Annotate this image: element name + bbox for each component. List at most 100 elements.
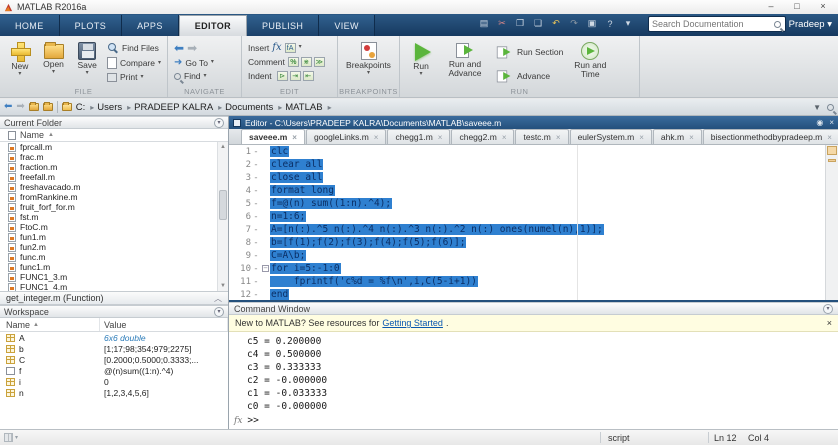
insert-fa-icon[interactable]: fA — [285, 43, 296, 53]
ribbon-tab[interactable]: HOME — [0, 15, 60, 36]
uncomment-icon[interactable]: ⋇ — [301, 57, 312, 67]
code-editor[interactable]: 1 - − clc 2 - − clear all — [229, 145, 838, 302]
file-list-item[interactable]: FUNC1_3.m — [0, 272, 228, 282]
workspace-variable-row[interactable]: i 0 — [0, 376, 228, 387]
print-button[interactable]: Print▾ — [107, 72, 161, 82]
tab-close-icon[interactable]: × — [292, 133, 297, 142]
workspace-menu-icon[interactable]: ▾ — [214, 307, 224, 317]
editor-tab[interactable]: eulerSystem.m × — [570, 129, 652, 144]
code-line[interactable]: 11 - − fprintf('c%d = %f\n',i,C(5-i+1)) — [229, 275, 838, 288]
file-list-item[interactable]: frac.m — [0, 152, 228, 162]
tab-close-icon[interactable]: × — [438, 133, 443, 142]
back-icon[interactable]: ⬅ — [174, 42, 184, 54]
code-line[interactable]: 12 - − end — [229, 288, 838, 301]
file-list-item[interactable]: fst.m — [0, 212, 228, 222]
advance-button[interactable]: Advance — [494, 67, 563, 85]
message-indicator-icon[interactable] — [827, 146, 837, 155]
undo-icon[interactable]: ↶ — [550, 18, 562, 29]
file-list-item[interactable]: freefall.m — [0, 172, 228, 182]
wrap-comment-icon[interactable]: ≫ — [314, 57, 325, 67]
find-files-button[interactable]: Find Files — [107, 42, 161, 54]
search-input[interactable] — [649, 19, 774, 29]
comment-icon[interactable]: % — [288, 57, 299, 67]
breadcrumb-segment[interactable]: Documents — [225, 102, 282, 113]
minimize-button[interactable]: – — [758, 0, 784, 13]
code-line[interactable]: 3 - − close all — [229, 171, 838, 184]
tab-close-icon[interactable]: × — [827, 133, 832, 142]
workspace-variable-row[interactable]: C [0.2000;0.5000;0.3333;... — [0, 354, 228, 365]
search-documentation-box[interactable] — [648, 16, 786, 32]
code-line[interactable]: 4 - − format long — [229, 184, 838, 197]
address-search-icon[interactable] — [827, 104, 834, 111]
code-line[interactable]: 1 - − clc — [229, 145, 838, 158]
tab-close-icon[interactable]: × — [374, 133, 379, 142]
comment-button[interactable]: Comment%⋇≫ — [248, 57, 325, 67]
ribbon-tab[interactable]: VIEW — [319, 15, 375, 36]
run-section-button[interactable]: Run Section — [494, 43, 563, 61]
indent-right-icon[interactable]: ⇥ — [290, 71, 301, 81]
editor-title-bar[interactable]: Editor - C:\Users\PRADEEP KALRA\Document… — [229, 116, 838, 129]
editor-menu-icon[interactable]: ◉ — [816, 118, 823, 127]
run-button[interactable]: Run ▾ — [406, 39, 436, 77]
insert-fx-icon[interactable]: fx — [272, 42, 281, 53]
editor-tab[interactable]: ahk.m × — [653, 129, 702, 144]
editor-tab[interactable]: chegg2.m × — [451, 129, 514, 144]
code-line[interactable]: 7 - − A=[n(:).^5 n(:).^4 n(:).^3 n(:).^2… — [229, 223, 838, 236]
ribbon-tab[interactable]: APPS — [122, 15, 179, 36]
run-and-time-button[interactable]: Run and Time — [569, 39, 611, 79]
editor-tab[interactable]: chegg1.m × — [387, 129, 450, 144]
editor-tab[interactable]: testc.m × — [515, 129, 568, 144]
code-line[interactable]: 2 - − clear all — [229, 158, 838, 171]
editor-tab[interactable]: googleLinks.m × — [306, 129, 386, 144]
code-line[interactable]: 9 - − C=A\b; — [229, 249, 838, 262]
editor-tab[interactable]: bisectionmethodbypradeep.m × — [703, 129, 838, 144]
breadcrumb-segment[interactable]: C: — [76, 102, 95, 113]
indent-left-icon[interactable]: ⇤ — [303, 71, 314, 81]
file-list-item[interactable]: freshavacado.m — [0, 182, 228, 192]
breadcrumb-segment[interactable]: Users — [97, 102, 131, 113]
scroll-down-icon[interactable]: ▼ — [218, 283, 228, 289]
code-fold-icon[interactable]: − — [262, 265, 269, 272]
fx-prompt-icon[interactable]: fx — [234, 416, 242, 426]
file-list-item[interactable]: fromRankine.m — [0, 192, 228, 202]
compare-button[interactable]: Compare▾ — [107, 57, 161, 69]
command-window-output[interactable]: c5 = 0.200000c4 = 0.500000c3 = 0.333333c… — [229, 332, 838, 427]
open-button[interactable]: Open▾ — [40, 39, 68, 75]
tab-close-icon[interactable]: × — [556, 133, 561, 142]
new-window-icon[interactable]: ▣ — [586, 18, 598, 29]
folder-up-icon[interactable] — [29, 103, 39, 111]
statusbar-layout-widget[interactable]: ▾ — [0, 433, 18, 442]
smart-indent-icon[interactable]: ⊳ — [277, 71, 288, 81]
breakpoints-button[interactable]: Breakpoints ▾ — [344, 39, 393, 76]
getting-started-link[interactable]: Getting Started — [382, 318, 443, 328]
help-icon[interactable]: ? — [604, 19, 616, 29]
editor-tab[interactable]: saveee.m × — [241, 129, 305, 144]
file-list-item[interactable]: fruit_forf_for.m — [0, 202, 228, 212]
redo-icon[interactable]: ↷ — [568, 18, 580, 29]
command-window-menu-icon[interactable]: ▾ — [823, 304, 833, 314]
scrollbar-thumb[interactable] — [219, 190, 227, 220]
command-prompt[interactable]: >> — [247, 415, 258, 426]
breadcrumb-segment[interactable]: MATLAB — [285, 102, 331, 113]
file-list-item[interactable]: fun1.m — [0, 232, 228, 242]
user-menu[interactable]: Pradeep ▾ — [789, 19, 832, 30]
browse-folder-icon[interactable] — [43, 103, 53, 111]
search-icon[interactable] — [774, 21, 781, 28]
code-line[interactable]: 10 - − for i=5:-1:0 — [229, 262, 838, 275]
details-collapse-icon[interactable]: ︿ — [214, 293, 222, 304]
copy-icon[interactable]: ❐ — [514, 18, 526, 29]
tab-close-icon[interactable]: × — [502, 133, 507, 142]
file-list-item[interactable]: fraction.m — [0, 162, 228, 172]
banner-close-icon[interactable]: × — [827, 318, 832, 328]
ribbon-tab[interactable]: EDITOR — [179, 15, 247, 36]
ribbon-tab[interactable]: PUBLISH — [247, 15, 319, 36]
workspace-variable-row[interactable]: b [1;17;98;354;979;2275] — [0, 343, 228, 354]
workspace-value-column[interactable]: Value — [100, 318, 228, 331]
file-list-item[interactable]: fun2.m — [0, 242, 228, 252]
current-folder-menu-icon[interactable]: ▾ — [214, 118, 224, 128]
file-list-item[interactable]: FUNC1_4.m — [0, 282, 228, 291]
new-button[interactable]: New▾ — [6, 39, 34, 77]
workspace-variable-row[interactable]: n [1,2,3,4,5,6] — [0, 387, 228, 398]
go-to-button[interactable]: ➜Go To▾ — [174, 57, 214, 68]
warning-marker-icon[interactable] — [828, 159, 836, 162]
